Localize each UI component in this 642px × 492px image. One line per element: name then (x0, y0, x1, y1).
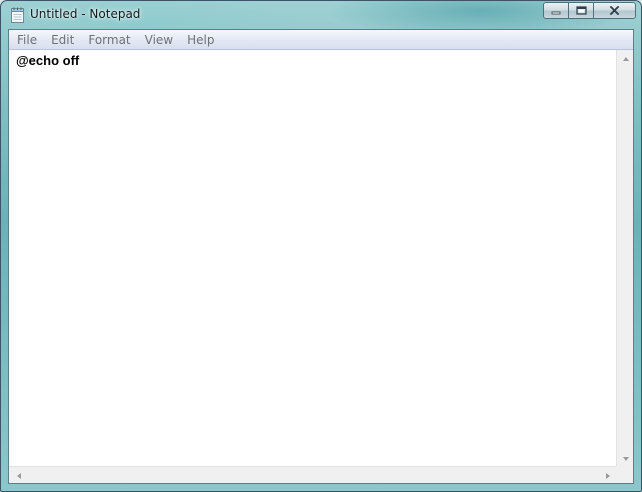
title-bar[interactable]: Untitled - Notepad (1, 1, 641, 29)
notepad-window: Untitled - Notepad File Edit Format View… (0, 0, 642, 492)
menu-file[interactable]: File (10, 31, 44, 49)
menu-edit[interactable]: Edit (44, 31, 81, 49)
menu-help[interactable]: Help (180, 31, 221, 49)
vertical-scrollbar[interactable] (616, 50, 633, 467)
scroll-right-button[interactable] (600, 468, 615, 483)
horizontal-scrollbar[interactable] (9, 466, 616, 483)
close-button[interactable] (593, 2, 636, 19)
window-title: Untitled - Notepad (30, 7, 141, 21)
maximize-icon (575, 6, 587, 15)
minimize-button[interactable] (543, 2, 569, 19)
scroll-down-button[interactable] (618, 451, 633, 466)
left-arrow-icon (16, 472, 21, 479)
scroll-up-button[interactable] (618, 51, 633, 66)
down-arrow-icon (622, 456, 629, 461)
caption-buttons (543, 2, 636, 20)
right-arrow-icon (605, 472, 610, 479)
scroll-left-button[interactable] (11, 468, 26, 483)
menu-view[interactable]: View (138, 31, 180, 49)
client-area: File Edit Format View Help @echo off (8, 29, 634, 484)
maximize-button[interactable] (568, 2, 594, 19)
menu-format[interactable]: Format (81, 31, 137, 49)
size-grip[interactable] (616, 466, 633, 483)
up-arrow-icon (622, 56, 629, 61)
text-editor[interactable]: @echo off (9, 50, 616, 467)
minimize-icon (551, 11, 561, 14)
menu-bar: File Edit Format View Help (9, 30, 633, 50)
notepad-icon[interactable] (11, 7, 24, 23)
editor-content[interactable]: @echo off (9, 50, 616, 68)
close-icon (609, 6, 620, 15)
